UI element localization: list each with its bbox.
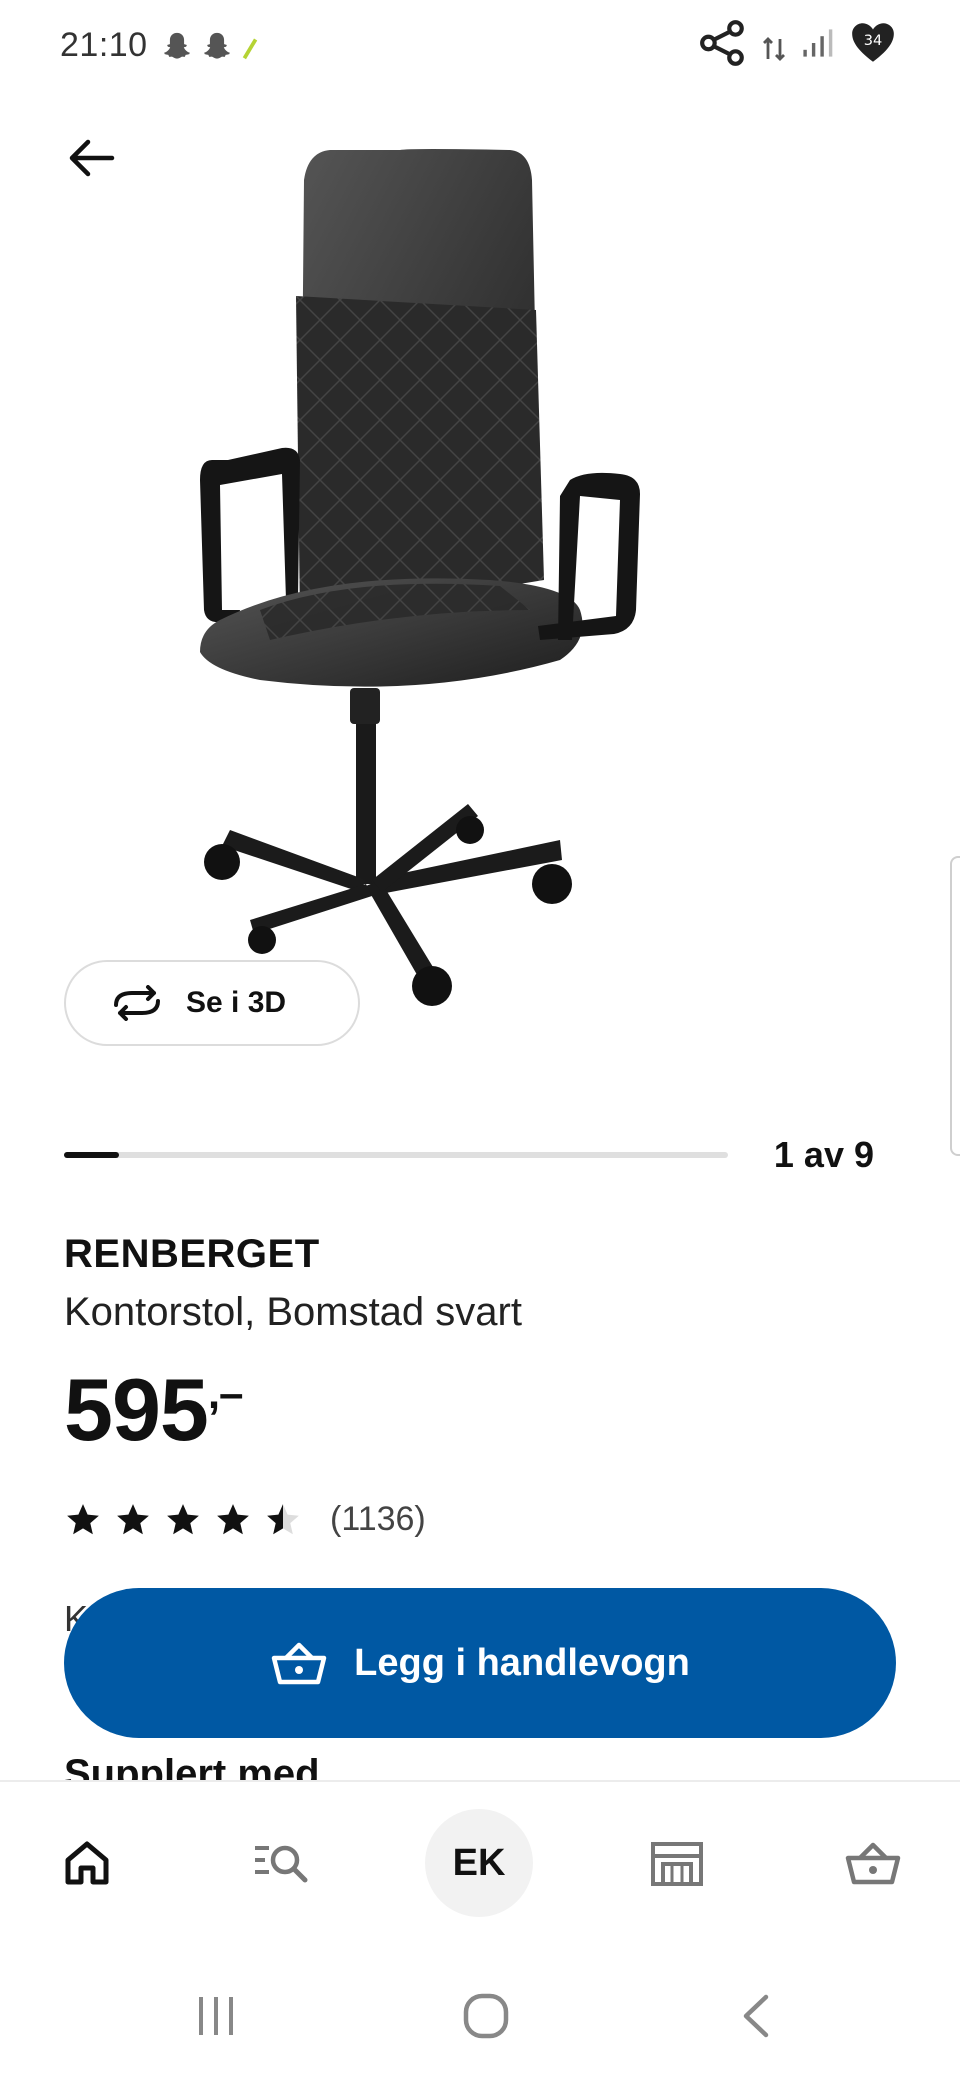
back-button[interactable] bbox=[66, 126, 146, 190]
share-network-icon bbox=[700, 20, 744, 66]
status-bar: 21:10 34 bbox=[0, 0, 960, 96]
status-time: 21:10 bbox=[60, 26, 148, 64]
review-count: (1136) bbox=[330, 1500, 426, 1538]
battery-heart-icon: 34 bbox=[852, 23, 894, 62]
view-3d-button[interactable]: Se i 3D bbox=[64, 960, 360, 1046]
gallery-progress-fill bbox=[64, 1152, 120, 1158]
product-image[interactable] bbox=[200, 140, 760, 1080]
star-icon bbox=[117, 1503, 149, 1534]
system-navigation bbox=[0, 1950, 960, 2080]
basket-icon bbox=[271, 1642, 327, 1685]
rating-stars bbox=[64, 1501, 302, 1539]
product-price: 595,– bbox=[64, 1366, 244, 1454]
price-suffix: ,– bbox=[207, 1369, 244, 1418]
product-rating[interactable]: (1136) bbox=[64, 1500, 426, 1539]
add-to-cart-label: Legg i handlevogn bbox=[354, 1641, 690, 1684]
rotate-3d-icon bbox=[114, 985, 160, 1021]
edge-panel-handle[interactable] bbox=[950, 856, 960, 1156]
home-circle-icon bbox=[463, 1993, 509, 2039]
star-icon bbox=[267, 1503, 299, 1534]
svg-text:34: 34 bbox=[864, 32, 883, 49]
signal-leaf-icon bbox=[242, 38, 258, 60]
notification-icons bbox=[160, 30, 260, 64]
data-arrows-icon bbox=[763, 37, 785, 61]
back-system-button[interactable] bbox=[716, 1986, 796, 2046]
nav-home[interactable] bbox=[32, 1808, 142, 1918]
store-icon bbox=[651, 1842, 703, 1886]
home-icon bbox=[65, 1841, 109, 1885]
basket-icon bbox=[845, 1842, 901, 1885]
bottom-navigation: EK bbox=[0, 1780, 960, 1950]
nav-cart[interactable] bbox=[818, 1808, 928, 1918]
add-to-cart-button[interactable]: Legg i handlevogn bbox=[64, 1588, 896, 1738]
nav-stores[interactable] bbox=[622, 1808, 732, 1918]
star-icon bbox=[217, 1503, 249, 1534]
back-chevron-icon bbox=[743, 1994, 769, 2038]
snapchat-icon bbox=[204, 32, 230, 59]
nav-search[interactable] bbox=[226, 1808, 336, 1918]
avatar-initials: EK bbox=[452, 1841, 506, 1884]
cell-signal-icon bbox=[803, 29, 833, 57]
search-list-icon bbox=[255, 1845, 308, 1883]
star-icon bbox=[167, 1503, 199, 1534]
snapchat-icon bbox=[164, 32, 190, 59]
star-icon bbox=[67, 1503, 99, 1534]
product-name: RENBERGET bbox=[64, 1232, 320, 1276]
gallery-progress-bar bbox=[64, 1152, 728, 1158]
nav-profile[interactable]: EK bbox=[424, 1808, 534, 1918]
view-3d-label: Se i 3D bbox=[186, 986, 287, 1019]
product-description: Kontorstol, Bomstad svart bbox=[64, 1290, 522, 1334]
recent-apps-button[interactable] bbox=[176, 1986, 256, 2046]
system-status-icons: 34 bbox=[698, 18, 898, 68]
arrow-left-icon bbox=[69, 139, 115, 177]
avatar: EK bbox=[425, 1809, 533, 1917]
recent-apps-icon bbox=[199, 1997, 233, 2035]
price-amount: 595 bbox=[64, 1360, 209, 1459]
gallery-counter: 1 av 9 bbox=[773, 1134, 874, 1175]
home-system-button[interactable] bbox=[446, 1986, 526, 2046]
